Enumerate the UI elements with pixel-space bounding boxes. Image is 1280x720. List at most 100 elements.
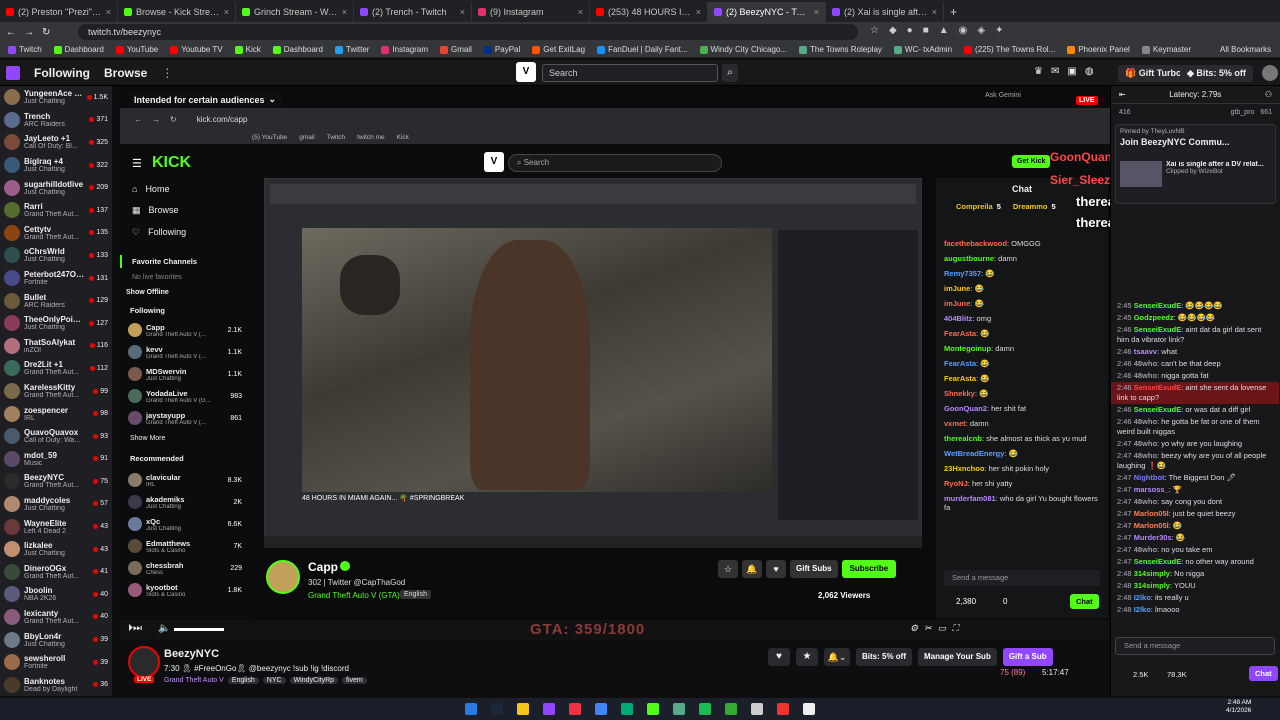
taskbar-app-icon[interactable]: [803, 703, 815, 715]
bookmark-item[interactable]: YouTube: [115, 45, 158, 54]
kick-chat-user[interactable]: vxmet: [944, 419, 966, 428]
extension-icon[interactable]: ●: [907, 25, 913, 36]
back-icon[interactable]: ←: [6, 27, 16, 38]
channel-points[interactable]: 2.5K: [1133, 670, 1148, 679]
clip-card[interactable]: Xai is single after a DV relat... Clippe…: [1120, 161, 1271, 187]
reload-icon[interactable]: ↻: [170, 115, 177, 124]
bits-button[interactable]: ◆ Bits: 5% off: [1180, 65, 1253, 82]
manage-sub-button[interactable]: Manage Your Sub: [918, 648, 997, 666]
sidebar-channel[interactable]: Biglraq +4 Just Chatting 322: [0, 154, 112, 177]
taskbar-app-icon[interactable]: [465, 703, 477, 715]
kick-chat-user[interactable]: FearAsta: [944, 374, 976, 383]
kick-bookmark-item[interactable]: Kick: [397, 134, 409, 141]
notification-bell-icon[interactable]: 🔔⌄: [824, 648, 850, 666]
kick-logo[interactable]: KICK: [152, 154, 191, 172]
pinned-message[interactable]: Pinned by TheyLuvNB Join BeezyNYC Commu.…: [1115, 124, 1276, 204]
bell-icon[interactable]: 🔔: [742, 560, 762, 578]
menu-icon[interactable]: ☰: [132, 157, 142, 170]
sidebar-channel[interactable]: maddycoles Just Chatting 57: [0, 493, 112, 516]
kick-chat-user[interactable]: Shnekky: [944, 389, 975, 398]
close-tab-icon[interactable]: ×: [224, 7, 229, 17]
user-avatar[interactable]: [1262, 65, 1278, 81]
kick-url[interactable]: kick.com/capp: [197, 115, 248, 124]
forward-icon[interactable]: →: [24, 27, 34, 38]
bookmark-item[interactable]: PayPal: [483, 45, 520, 54]
browser-tab[interactable]: (2) Trench - Twitch ×: [354, 2, 472, 22]
bookmark-item[interactable]: Get ExitLag: [532, 45, 585, 54]
sidebar-channel[interactable]: Jboolin NBA 2K26 40: [0, 583, 112, 606]
bookmark-item[interactable]: Dashboard: [272, 45, 323, 54]
sidebar-channel[interactable]: DineroOGx Grand Theft Aut... 41: [0, 560, 112, 583]
chat-username[interactable]: 48who: [1134, 439, 1157, 448]
stream-tag[interactable]: English: [227, 677, 259, 684]
sidebar-channel[interactable]: ThatSoAlykat inZOI 116: [0, 335, 112, 358]
browser-tab[interactable]: (2) Xai is single after a DV relat ×: [826, 2, 944, 22]
inbox-icon[interactable]: ▣: [1067, 66, 1076, 77]
sidebar-channel[interactable]: Peterbot247Off... Fortnite 131: [0, 267, 112, 290]
show-offline[interactable]: Show Offline: [120, 283, 250, 302]
extension-logo-icon[interactable]: V: [484, 152, 504, 172]
chat-username[interactable]: SenseiExudE: [1134, 405, 1182, 414]
twitch-logo-icon[interactable]: [6, 65, 20, 80]
fullscreen-icon[interactable]: ⛶: [952, 623, 958, 634]
kick-lang-tag[interactable]: English: [400, 590, 431, 599]
taskbar-app-icon[interactable]: [647, 703, 659, 715]
star-icon[interactable]: ★: [796, 648, 818, 666]
reload-icon[interactable]: ↻: [42, 27, 50, 38]
channel-name[interactable]: BeezyNYC: [164, 648, 219, 660]
close-tab-icon[interactable]: ×: [696, 7, 701, 17]
extension-icon[interactable]: ◈: [977, 25, 985, 36]
kick-bookmark-item[interactable]: (5) YouTube: [252, 134, 287, 141]
taskbar-app-icon[interactable]: [491, 703, 503, 715]
kick-chat-user[interactable]: GoonQuan2: [944, 404, 987, 413]
extension-icon[interactable]: ◉: [959, 25, 968, 36]
taskbar-app-icon[interactable]: [725, 703, 737, 715]
bookmark-item[interactable]: Dashboard: [53, 45, 104, 54]
system-clock[interactable]: 2:48 AM 4/1/2026: [1226, 699, 1251, 715]
kick-nav-item[interactable]: ▦ Browse: [132, 205, 238, 216]
sidebar-channel[interactable]: mdot_59 Music 91: [0, 448, 112, 471]
chat-send-button[interactable]: Chat: [1249, 666, 1278, 681]
stream-tag[interactable]: fivem: [342, 677, 367, 684]
collapse-icon[interactable]: ⇤: [1119, 90, 1126, 99]
nav-browse[interactable]: Browse: [104, 66, 147, 80]
browser-tab[interactable]: (253) 48 HOURS IN MIAMI AGAI ×: [590, 2, 708, 22]
kick-bookmark-item[interactable]: twitch me: [357, 134, 384, 141]
sidebar-channel[interactable]: Banknotes Dead by Daylight 36: [0, 673, 112, 696]
browser-tab[interactable]: Browse - Kick Streaming ×: [118, 2, 236, 22]
close-tab-icon[interactable]: ×: [932, 7, 937, 17]
chat-username[interactable]: 48who: [1134, 451, 1157, 460]
kick-chat-user[interactable]: WetBreadEnergy: [944, 449, 1004, 458]
taskbar-app-icon[interactable]: [595, 703, 607, 715]
chat-username[interactable]: Marlon05l: [1134, 521, 1169, 530]
bookmark-star-icon[interactable]: ☆: [870, 25, 879, 36]
sidebar-channel[interactable]: QuavoQuavox Call of Duty: Wa... 93: [0, 425, 112, 448]
kick-chat-user[interactable]: therealcnb: [944, 434, 982, 443]
ask-gemini[interactable]: Ask Gemini: [985, 92, 1021, 99]
kick-chat-user[interactable]: Remy7357: [944, 269, 981, 278]
sidebar-channel[interactable]: Rarri Grand Theft Aut... 137: [0, 199, 112, 222]
sidebar-channel[interactable]: Cettytv Grand Theft Aut... 135: [0, 222, 112, 245]
kick-search-input[interactable]: ⌕ Search: [508, 154, 722, 172]
chat-username[interactable]: Godzpeedz: [1134, 313, 1174, 322]
back-icon[interactable]: ←: [134, 115, 142, 124]
kick-chat-input[interactable]: Send a message: [944, 570, 1100, 586]
taskbar-app-icon[interactable]: [751, 703, 763, 715]
bits-button[interactable]: Bits: 5% off: [856, 648, 912, 666]
kick-channel-item[interactable]: chessbrah Chess 229: [120, 557, 250, 579]
chat-username[interactable]: 48who: [1134, 417, 1157, 426]
chat-username[interactable]: 48who: [1134, 545, 1157, 554]
kick-channel-item[interactable]: MDSwervin Just Chatting 1.1K: [120, 363, 250, 385]
volume-icon[interactable]: 🔈: [158, 623, 170, 634]
kick-game[interactable]: Grand Theft Auto V (GTA): [308, 591, 400, 600]
kick-channel-item[interactable]: xQc Just Chatting 6.6K: [120, 513, 250, 535]
play-pause-icon[interactable]: ⏵⏭: [128, 623, 142, 634]
kick-chat-user[interactable]: murderfam081: [944, 494, 996, 503]
kick-channel-item[interactable]: Edmatthews Slots & Casino 7K: [120, 535, 250, 557]
browser-tab[interactable]: (9) Instagram ×: [472, 2, 590, 22]
chat-username[interactable]: Marlon05l: [1134, 509, 1169, 518]
chat-username[interactable]: SenseiExudE: [1134, 325, 1182, 334]
kick-channel-item[interactable]: jaystayupp Grand Theft Auto V (... 861: [120, 407, 250, 429]
nav-following[interactable]: Following: [34, 66, 90, 80]
sidebar-channel[interactable]: BbyLon4r Just Chatting 39: [0, 628, 112, 651]
